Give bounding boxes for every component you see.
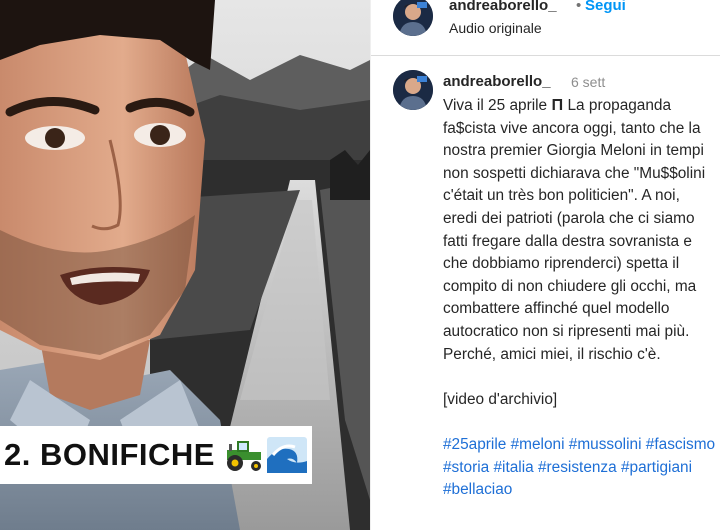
wave-emoji-icon [266, 437, 307, 473]
hashtag-line: #25aprile #meloni #mussolini #fascismo [443, 434, 720, 457]
hashtag-link[interactable]: #resistenza [538, 459, 617, 476]
audio-original-link[interactable]: Audio originale [449, 20, 542, 36]
caption-line: combattere affinché quel modello [443, 300, 670, 318]
caption-line: Perché, amici miei, il rischio c'è. [443, 345, 661, 363]
tractor-emoji-icon [226, 441, 261, 471]
separator-dot: • [576, 0, 582, 14]
hashtag-link[interactable]: #25aprile [443, 436, 506, 453]
caption-line: fa$cista vive ancora oggi, tanto che la [443, 119, 701, 137]
hashtag-line: #bellaciao [443, 479, 720, 502]
video-caption-text: 2. BONIFICHE [4, 437, 215, 472]
video-caption-banner: 2. BONIFICHE [0, 426, 312, 484]
caption-line: fatti fregare dalla destra sovranista e [443, 232, 692, 250]
profile-picture-icon [393, 0, 433, 36]
hashtag-link[interactable]: #partigiani [621, 459, 692, 476]
caption-emoji-group [223, 437, 307, 473]
header-username[interactable]: andreaborello_ [449, 0, 557, 14]
video-player[interactable]: 2. BONIFICHE [0, 0, 370, 530]
comment-avatar[interactable] [393, 70, 433, 110]
comment-timestamp[interactable]: 6 sett [571, 74, 605, 90]
post-header: andreaborello_ • Segui Audio originale [371, 0, 720, 56]
hashtag-link[interactable]: #fascismo [646, 436, 715, 453]
archive-note: [video d'archivio] [443, 390, 558, 408]
post-sidebar: andreaborello_ • Segui Audio originale a… [370, 0, 720, 530]
caption-line: compito di non chiudere gli occhi, ma [443, 277, 697, 295]
caption-line: nostra premier Giorgia Meloni in tempi [443, 142, 704, 160]
hashtag-link[interactable]: #mussolini [569, 436, 642, 453]
profile-picture-icon [393, 70, 433, 110]
comment-username[interactable]: andreaborello_ [443, 73, 551, 90]
caption-line: Viva il 25 aprile 𝚷 La propaganda [443, 97, 672, 114]
caption-line: eredi dei patrioti (parola che ci siamo [443, 209, 695, 227]
caption-line: c'était un très bon politicien". A noi, [443, 187, 680, 205]
caption-line: autocratico non si ripresenti mai più. [443, 322, 690, 340]
caption-line: che dobbiamo riprenderci) spetta il [443, 255, 680, 273]
hashtag-link[interactable]: #storia [443, 459, 489, 476]
hashtag-link[interactable]: #meloni [511, 436, 565, 453]
caption-line: non sospetti dichiarava che "Mu$$olini [443, 164, 706, 182]
follow-button[interactable]: Segui [585, 0, 626, 14]
hashtag-link[interactable]: #italia [493, 459, 533, 476]
avatar[interactable] [393, 0, 433, 36]
hashtag-link[interactable]: #bellaciao [443, 481, 512, 498]
caption-text: Viva il 25 aprile 𝚷 La propaganda fa$cis… [443, 95, 720, 502]
hashtag-line: #storia #italia #resistenza #partigiani [443, 457, 720, 480]
